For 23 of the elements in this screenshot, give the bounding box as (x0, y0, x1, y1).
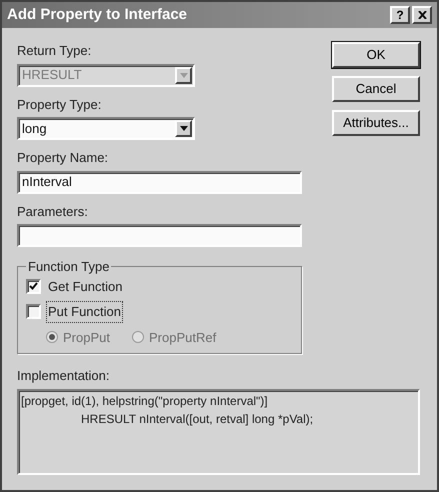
implementation-label: Implementation: (17, 367, 110, 385)
input-field[interactable]: nInterval (17, 170, 302, 194)
field-label: Return Type: (17, 42, 92, 60)
checkbox-option[interactable]: Put Function (26, 302, 293, 322)
close-icon (418, 11, 426, 19)
checkbox-option[interactable]: Get Function (26, 276, 293, 296)
check-icon (29, 282, 38, 290)
close-button[interactable] (412, 6, 432, 24)
checkbox[interactable] (26, 304, 41, 320)
window-title: Add Property to Interface (7, 4, 188, 25)
input-field[interactable] (17, 224, 302, 247)
field-label: Parameters: (17, 202, 89, 220)
group-title: Function Type (27, 258, 110, 276)
checkbox-checked[interactable] (26, 278, 41, 294)
dialog-button[interactable]: OK (332, 42, 420, 68)
field-label: Property Type: (17, 96, 102, 114)
field-label: Property Name: (17, 149, 110, 167)
code-line: [propget, id(1), helpstring("property nInterval")] (21, 392, 269, 410)
dialog-button[interactable]: Cancel (332, 76, 420, 102)
dropdown-field[interactable]: long (17, 117, 195, 140)
dialog-button[interactable]: Attributes... (332, 110, 420, 136)
help-button[interactable]: ? (390, 6, 410, 24)
code-line: HRESULT nInterval([out, retval] long *pVal); (80, 410, 314, 428)
